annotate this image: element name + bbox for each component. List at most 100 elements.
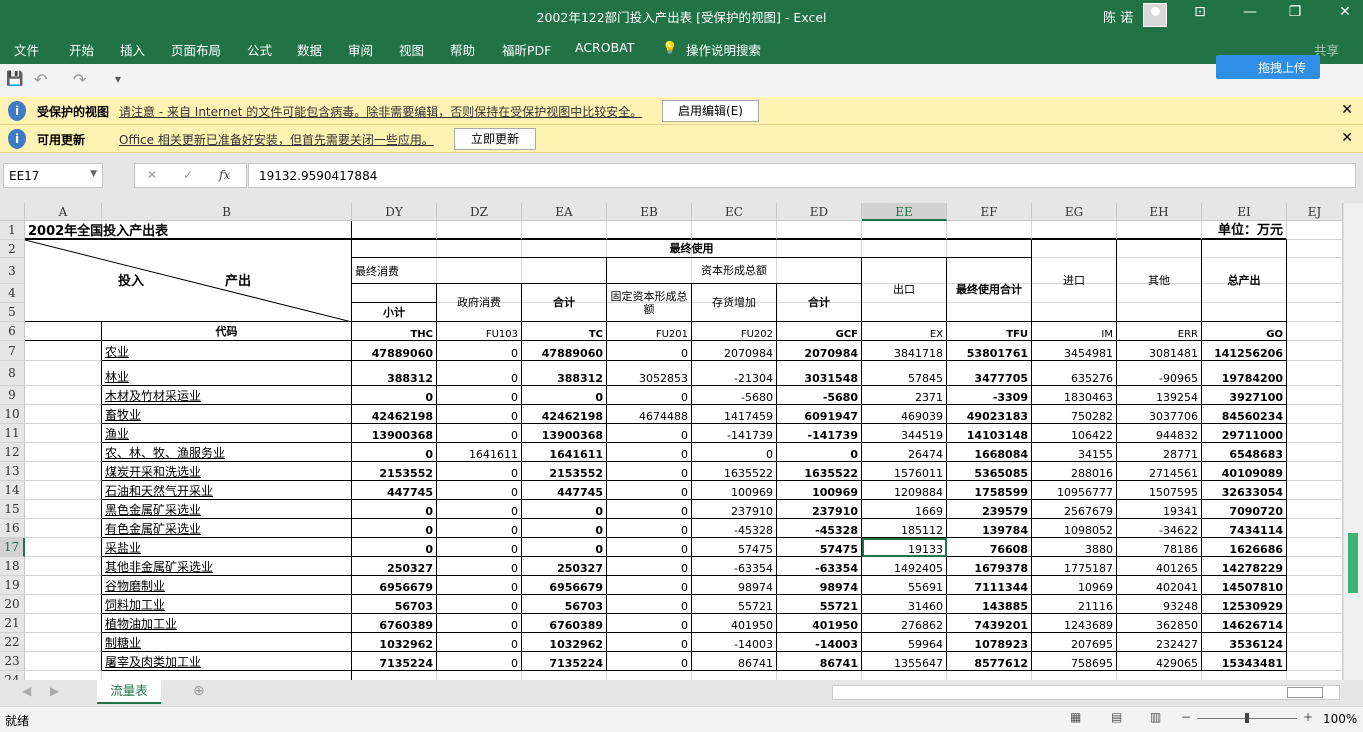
data-cell[interactable]: -63354 (777, 557, 862, 576)
cell[interactable] (692, 671, 777, 680)
data-cell[interactable]: 0 (437, 652, 522, 671)
column-header-ee[interactable]: EE (862, 203, 947, 221)
horizontal-scrollbar[interactable] (832, 685, 1340, 700)
data-cell[interactable]: 56703 (522, 595, 607, 614)
data-cell[interactable]: 100969 (692, 481, 777, 500)
data-cell[interactable]: 0 (607, 519, 692, 538)
cell[interactable] (947, 671, 1032, 680)
tab-insert[interactable]: 插入 (120, 40, 145, 59)
data-cell[interactable]: 401265 (1117, 557, 1202, 576)
row-header-12[interactable]: 12 (0, 443, 25, 462)
minimize-button[interactable]: — (1235, 4, 1265, 28)
tab-data[interactable]: 数据 (297, 40, 322, 59)
code-tfu[interactable]: TFU (947, 322, 1032, 341)
data-cell[interactable]: 1507595 (1117, 481, 1202, 500)
cell[interactable] (1032, 221, 1117, 240)
data-cell[interactable]: 2153552 (522, 462, 607, 481)
column-header-ef[interactable]: EF (947, 203, 1032, 221)
tab-help[interactable]: 帮助 (450, 40, 475, 59)
cell[interactable] (1287, 424, 1343, 443)
data-cell[interactable]: 288016 (1032, 462, 1117, 481)
cell[interactable] (25, 361, 102, 386)
data-cell[interactable]: 237910 (692, 500, 777, 519)
tab-home[interactable]: 开始 (69, 40, 94, 59)
data-cell[interactable]: 55721 (777, 595, 862, 614)
import-header[interactable]: 进口 (1032, 240, 1117, 322)
column-header-ei[interactable]: EI (1202, 203, 1287, 221)
data-cell[interactable]: 2714561 (1117, 462, 1202, 481)
cell[interactable] (607, 221, 692, 240)
data-cell[interactable]: 55691 (862, 576, 947, 595)
data-cell[interactable]: 1032962 (522, 633, 607, 652)
data-cell[interactable]: 250327 (522, 557, 607, 576)
column-header-dy[interactable]: DY (352, 203, 437, 221)
data-cell[interactable]: -3309 (947, 386, 1032, 405)
data-cell[interactable]: -45328 (777, 519, 862, 538)
final-use-total-header[interactable]: 最终使用合计 (947, 258, 1032, 322)
data-cell[interactable]: 98974 (692, 576, 777, 595)
column-header-a[interactable]: A (25, 203, 102, 221)
data-cell[interactable]: 6956679 (352, 576, 437, 595)
cell[interactable] (862, 671, 947, 680)
data-cell[interactable]: 56703 (352, 595, 437, 614)
enable-editing-button[interactable]: 启用编辑(E) (662, 100, 759, 122)
data-cell[interactable]: 0 (607, 462, 692, 481)
total-output-header[interactable]: 总产出 (1202, 240, 1287, 322)
data-cell[interactable]: 57475 (692, 538, 777, 557)
cell[interactable] (25, 386, 102, 405)
scroll-thumb[interactable] (1348, 533, 1358, 593)
data-cell[interactable]: 47889060 (352, 341, 437, 361)
column-header-b[interactable]: B (102, 203, 352, 221)
data-cell[interactable]: 1775187 (1032, 557, 1117, 576)
data-cell[interactable]: 7111344 (947, 576, 1032, 595)
data-cell[interactable]: 0 (607, 481, 692, 500)
data-cell[interactable]: 0 (522, 500, 607, 519)
sector-name[interactable]: 屠宰及肉类加工业 (102, 652, 352, 671)
zoom-level[interactable]: 100% (1323, 712, 1357, 726)
sector-name[interactable]: 谷物磨制业 (102, 576, 352, 595)
zoom-out-icon[interactable]: − (1181, 710, 1191, 724)
data-cell[interactable]: 944832 (1117, 424, 1202, 443)
cell[interactable] (607, 671, 692, 680)
avatar[interactable] (1143, 3, 1167, 27)
data-cell[interactable]: 0 (437, 361, 522, 386)
data-cell[interactable]: 47889060 (522, 341, 607, 361)
name-box[interactable]: EE17 ▼ (3, 163, 103, 188)
data-cell[interactable]: 0 (607, 341, 692, 361)
cell[interactable] (1287, 322, 1343, 341)
tab-view[interactable]: 视图 (399, 40, 424, 59)
data-cell[interactable]: 1635522 (777, 462, 862, 481)
row-header-1[interactable]: 1 (0, 221, 25, 240)
data-cell[interactable]: 78186 (1117, 538, 1202, 557)
data-cell[interactable]: 15343481 (1202, 652, 1287, 671)
data-cell[interactable]: -63354 (692, 557, 777, 576)
final-consumption-header[interactable]: 最终消费 (352, 258, 607, 284)
cell[interactable] (1287, 671, 1343, 680)
data-cell[interactable]: 1668084 (947, 443, 1032, 462)
cell[interactable] (1287, 303, 1343, 322)
data-cell[interactable]: -21304 (692, 361, 777, 386)
sector-name[interactable]: 采盐业 (102, 538, 352, 557)
data-cell[interactable]: 2153552 (352, 462, 437, 481)
data-cell[interactable]: -141739 (777, 424, 862, 443)
data-cell[interactable]: 49023183 (947, 405, 1032, 424)
other-header[interactable]: 其他 (1117, 240, 1202, 322)
sheet-tab-flow[interactable]: 流量表 (97, 680, 161, 704)
cell[interactable] (1287, 614, 1343, 633)
data-cell[interactable]: 6956679 (522, 576, 607, 595)
ribbon-display-button[interactable]: ⊡ (1185, 4, 1215, 28)
data-cell[interactable]: 0 (692, 443, 777, 462)
cell[interactable] (1287, 284, 1343, 303)
data-cell[interactable]: 0 (607, 633, 692, 652)
cell[interactable] (947, 221, 1032, 240)
capital-total-header[interactable]: 合计 (777, 284, 862, 322)
data-cell[interactable]: 401950 (692, 614, 777, 633)
cell[interactable] (1287, 557, 1343, 576)
data-cell[interactable]: 7135224 (352, 652, 437, 671)
cell[interactable] (1287, 538, 1343, 557)
sheet-title[interactable]: 2002年全国投入产出表 (25, 221, 352, 240)
code-thc[interactable]: THC (352, 322, 437, 341)
cell[interactable] (1202, 671, 1287, 680)
data-cell[interactable]: 469039 (862, 405, 947, 424)
data-cell[interactable]: 3927100 (1202, 386, 1287, 405)
